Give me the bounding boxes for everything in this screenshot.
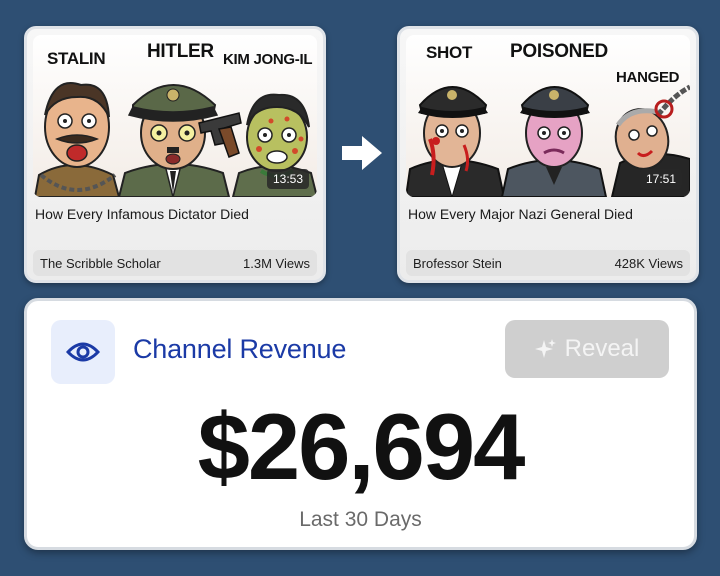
revenue-amount: $26,694 (197, 394, 526, 499)
eye-icon (66, 342, 100, 362)
video-card-1[interactable]: STALIN HITLER KIM JONG-IL 13:53 How Ever… (24, 26, 326, 283)
video-duration: 13:53 (266, 169, 309, 189)
thumbnail-caption-stalin: STALIN (47, 49, 106, 68)
video-meta-bar: The Scribble Scholar 1.3M Views (33, 250, 317, 276)
reveal-button[interactable]: Reveal (505, 320, 669, 378)
video-title[interactable]: How Every Infamous Dictator Died (35, 206, 249, 222)
panel-title: Channel Revenue (133, 334, 347, 364)
view-count: 428K Views (614, 255, 683, 271)
thumbnail-caption-poisoned: POISONED (510, 41, 608, 62)
sparkle-icon (534, 339, 556, 358)
video-title[interactable]: How Every Major Nazi General Died (408, 206, 633, 222)
thumbnail-caption-shot: SHOT (426, 43, 473, 62)
arrow-right-icon (342, 136, 382, 170)
revenue-period: Last 30 Days (299, 508, 422, 531)
channel-revenue-panel: Channel Revenue Reveal $26,694 Last 30 D… (24, 298, 697, 550)
channel-name[interactable]: The Scribble Scholar (40, 256, 161, 271)
video-meta-bar: Brofessor Stein 428K Views (406, 250, 690, 276)
view-count: 1.3M Views (243, 255, 310, 271)
channel-name[interactable]: Brofessor Stein (413, 256, 502, 271)
reveal-label: Reveal (564, 335, 640, 362)
eye-icon-box (51, 320, 115, 384)
video-card-2[interactable]: SHOT POISONED HANGED 17:51 How Every Maj… (397, 26, 699, 283)
thumbnail-caption-hanged: HANGED (616, 69, 680, 86)
video-thumbnail-1[interactable]: STALIN HITLER KIM JONG-IL 13:53 (33, 35, 317, 197)
video-duration: 17:51 (639, 169, 682, 189)
thumbnail-caption-hitler: HITLER (147, 41, 214, 62)
video-thumbnail-2[interactable]: SHOT POISONED HANGED 17:51 (406, 35, 690, 197)
thumbnail-caption-kim: KIM JONG-IL (223, 51, 313, 68)
